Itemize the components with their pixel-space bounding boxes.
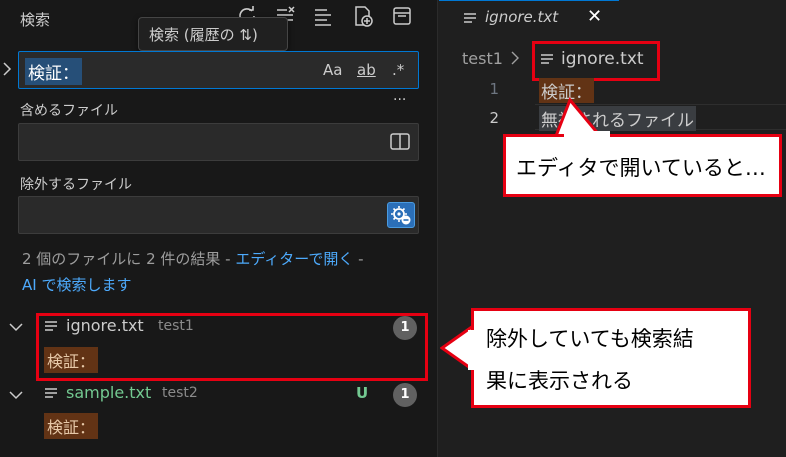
file-text-icon [463,12,477,30]
result-folder-name: test2 [162,385,198,401]
editor-callout-text: エディタで開いていると… [516,156,766,180]
line-number: 1 [489,80,499,98]
open-in-editor-link[interactable]: エディターで開く [235,250,353,268]
chevron-down-icon[interactable] [8,388,24,404]
sidebar-title: 検索 [20,11,51,29]
more-options-icon[interactable]: ··· [393,92,406,108]
search-history-tooltip: 検索 (履歴の ⇅) [138,17,288,51]
breadcrumb-folder[interactable]: test1 [462,49,503,68]
view-as-tree-icon[interactable] [391,5,413,27]
file-text-icon [44,387,58,405]
results-callout-line2: 果に表示される [486,369,633,393]
result-file-name[interactable]: sample.txt [66,383,151,402]
collapse-all-icon[interactable] [312,5,334,27]
results-summary: 2 個のファイルに 2 件の結果 - [22,250,236,268]
close-icon[interactable]: ✕ [587,6,602,27]
use-regex-toggle[interactable]: .* [392,61,404,79]
include-files-label: 含めるファイル [20,103,118,119]
file-text-icon [540,53,554,71]
line-number: 2 [489,109,499,127]
include-files-input[interactable] [18,123,419,161]
untracked-status-badge: U [356,384,369,402]
tab-ignore-txt[interactable]: ignore.txt ✕ [439,0,619,36]
editor-callout: エディタで開いていると… [503,134,782,197]
result-match-line[interactable]: 検証： [44,413,99,439]
callout-pointer-joint [468,330,476,370]
search-input-value: 検証： [25,58,82,85]
results-separator: - [353,250,364,268]
chevron-down-icon[interactable] [8,320,24,336]
tab-label: ignore.txt [485,8,559,26]
search-sidebar: 検索 検索 (履歴の ⇅) 検証： Aa ab .* ··· 含めるファイル 除… [0,0,438,457]
exclude-files-label: 除外するファイル [20,177,132,193]
exclude-files-input[interactable] [18,196,419,234]
new-search-editor-icon[interactable] [352,5,374,27]
result-count-badge: 1 [393,383,417,407]
match-case-toggle[interactable]: Aa [323,61,342,79]
results-callout: 除外していても検索結 果に表示される [471,308,751,408]
result-highlight-box [36,313,428,381]
chevron-right-icon[interactable] [2,62,12,80]
ai-search-link[interactable]: AI で検索します [22,276,131,294]
results-message: 2 個のファイルに 2 件の結果 - エディターで開く - AI で検索します [22,246,432,298]
use-exclude-settings-icon[interactable] [387,202,415,228]
breadcrumb-file[interactable]: ignore.txt [561,49,644,69]
breadcrumb-chevron-icon [510,51,520,69]
search-input[interactable]: 検証： Aa ab .* [18,51,419,89]
results-callout-line1: 除外していても検索結 [486,327,694,351]
callout-pointer-joint [564,131,610,139]
match-whole-word-toggle[interactable]: ab [357,61,376,79]
open-editors-only-icon[interactable] [389,132,411,156]
